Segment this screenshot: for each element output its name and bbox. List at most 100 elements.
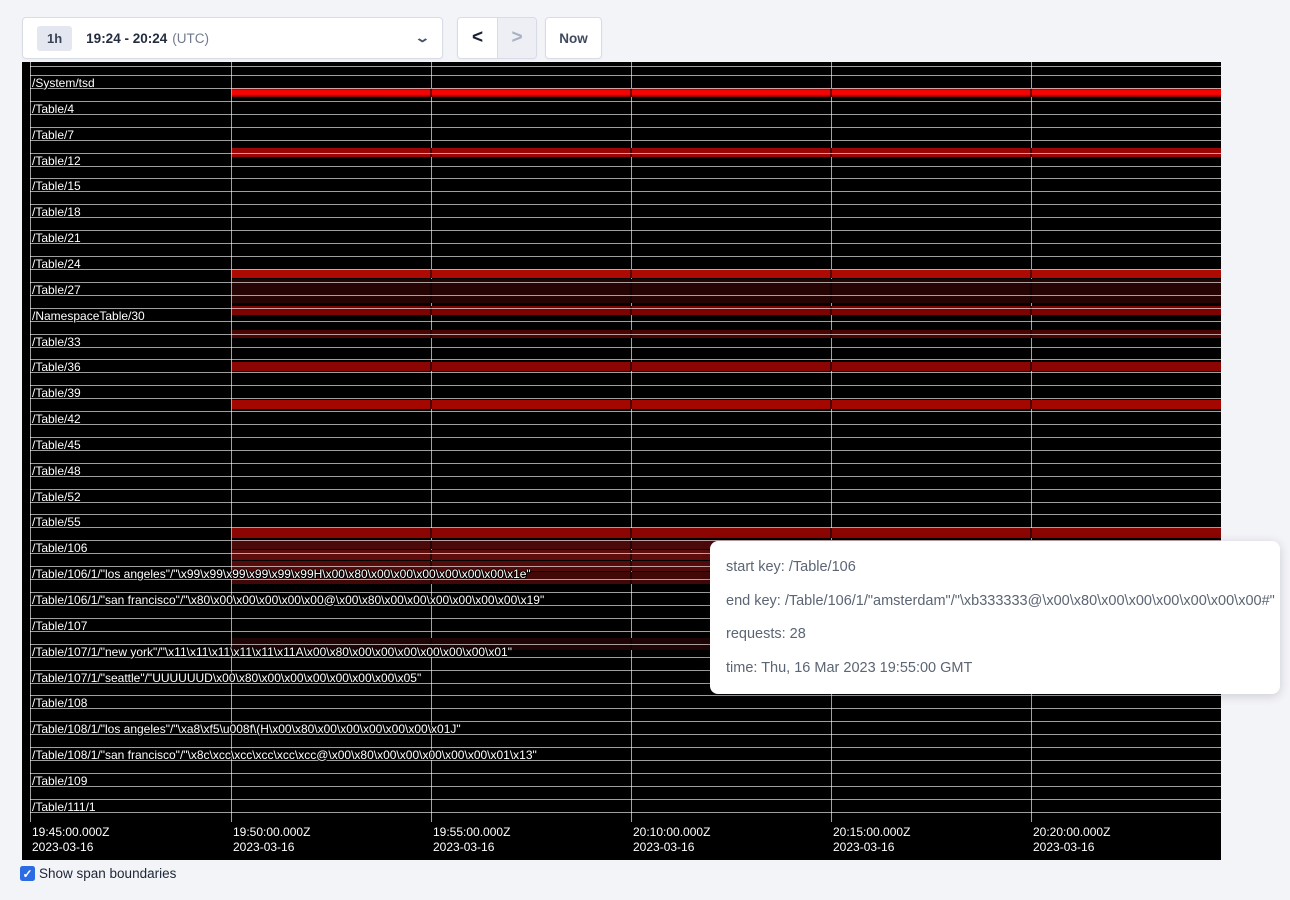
span-label: /Table/107	[32, 620, 87, 633]
prev-time-button[interactable]: <	[458, 18, 497, 58]
span-boundary-line	[30, 256, 1221, 257]
span-boundary-line	[30, 334, 1221, 335]
span-boundary-line	[30, 450, 1221, 451]
span-label: /Table/106	[32, 542, 87, 555]
span-boundary-line	[30, 476, 1221, 477]
span-boundary-line	[30, 101, 1221, 102]
span-boundary-line	[30, 204, 1221, 205]
span-hover-tooltip: start key: /Table/106 end key: /Table/106…	[710, 541, 1280, 694]
span-label: /Table/108	[32, 697, 87, 710]
span-boundary-line	[30, 269, 1221, 270]
show-span-boundaries-checkbox[interactable]: ✓	[20, 866, 35, 881]
time-axis-tick: 19:45:00.000Z2023-03-16	[32, 825, 109, 855]
span-boundary-line	[30, 514, 1221, 515]
range-duration-badge: 1h	[37, 26, 72, 51]
span-boundary-line	[30, 463, 1221, 464]
span-label: /Table/33	[32, 336, 81, 349]
range-text: 19:24 - 20:24	[86, 31, 167, 46]
next-time-button[interactable]: >	[497, 18, 536, 58]
span-boundary-line	[30, 708, 1221, 709]
span-boundary-line	[30, 347, 1221, 348]
span-boundary-line	[30, 88, 1221, 89]
span-label: /Table/107/1/"seattle"/"UUUUUUD\x00\x80\…	[32, 672, 421, 685]
span-label: /Table/24	[32, 258, 81, 271]
span-boundary-line	[30, 398, 1221, 399]
span-label: /Table/42	[32, 413, 81, 426]
span-boundary-line	[30, 282, 1221, 283]
span-boundary-line	[30, 527, 1221, 528]
span-label: /Table/109	[32, 775, 87, 788]
span-label: /Table/27	[32, 284, 81, 297]
span-label: /Table/108/1/"los angeles"/"\xa8\xf5\u00…	[32, 723, 461, 736]
span-label: /Table/108/1/"san francisco"/"\x8c\xcc\x…	[32, 749, 537, 762]
key-visualizer-canvas[interactable]: /System/tsd/Table/4/Table/7/Table/12/Tab…	[22, 62, 1221, 860]
span-boundary-line	[30, 66, 1221, 67]
span-boundary-line	[30, 411, 1221, 412]
span-boundary-line	[30, 321, 1221, 322]
span-boundary-line	[30, 812, 1221, 813]
heat-band	[232, 362, 1221, 371]
time-axis-tick: 20:15:00.000Z2023-03-16	[833, 825, 910, 855]
span-boundary-line	[30, 424, 1221, 425]
span-boundary-line	[30, 75, 1221, 76]
span-label: /System/tsd	[32, 77, 95, 90]
span-boundary-line	[30, 295, 1221, 296]
span-boundary-line	[30, 140, 1221, 141]
time-axis-tick: 20:20:00.000Z2023-03-16	[1033, 825, 1110, 855]
span-boundary-line	[30, 308, 1221, 309]
span-label: /Table/12	[32, 155, 81, 168]
span-label: /Table/48	[32, 465, 81, 478]
time-axis-tick: 19:50:00.000Z2023-03-16	[233, 825, 310, 855]
span-boundary-line	[30, 359, 1221, 360]
span-label: /Table/7	[32, 129, 74, 142]
span-label: /Table/21	[32, 232, 81, 245]
heat-band	[232, 88, 1221, 97]
time-axis-tick: 19:55:00.000Z2023-03-16	[433, 825, 510, 855]
span-label: /Table/107/1/"new york"/"\x11\x11\x11\x1…	[32, 646, 512, 659]
span-boundary-line	[30, 773, 1221, 774]
span-boundary-line	[30, 191, 1221, 192]
span-boundary-line	[30, 243, 1221, 244]
chevron-down-icon: ⌄	[414, 30, 430, 46]
span-label: /Table/4	[32, 103, 74, 116]
span-boundary-line	[30, 437, 1221, 438]
span-label: /Table/15	[32, 180, 81, 193]
span-label: /Table/106/1/"san francisco"/"\x80\x00\x…	[32, 594, 544, 607]
span-boundary-line	[30, 786, 1221, 787]
span-label: /Table/36	[32, 361, 81, 374]
span-boundary-line	[30, 385, 1221, 386]
span-label: /Table/39	[32, 387, 81, 400]
now-button[interactable]: Now	[545, 17, 602, 59]
tooltip-line: start key: /Table/106	[726, 557, 1264, 577]
span-boundary-line	[30, 372, 1221, 373]
span-label: /Table/55	[32, 516, 81, 529]
heat-band	[232, 528, 1221, 538]
span-boundary-line	[30, 230, 1221, 231]
time-nav-group: < >	[457, 17, 537, 59]
span-boundary-line	[30, 114, 1221, 115]
span-boundary-line	[30, 153, 1221, 154]
footer-options: ✓ Show span boundaries	[20, 866, 176, 881]
show-span-boundaries-label: Show span boundaries	[39, 866, 176, 881]
span-label: /Table/111/1	[32, 801, 96, 814]
range-timezone: (UTC)	[172, 31, 209, 46]
span-boundary-line	[30, 217, 1221, 218]
tooltip-line: time: Thu, 16 Mar 2023 19:55:00 GMT	[726, 658, 1264, 678]
span-label: /Table/106/1/"los angeles"/"\x99\x99\x99…	[32, 568, 531, 581]
time-axis-tick: 20:10:00.000Z2023-03-16	[633, 825, 710, 855]
tooltip-line: end key: /Table/106/1/"amsterdam"/"\xb33…	[726, 591, 1264, 611]
span-boundary-line	[30, 489, 1221, 490]
span-label: /Table/45	[32, 439, 81, 452]
span-boundary-line	[30, 502, 1221, 503]
heat-band	[232, 269, 1221, 278]
span-boundary-line	[30, 178, 1221, 179]
span-label: /Table/18	[32, 206, 81, 219]
span-boundary-line	[30, 127, 1221, 128]
span-label: /Table/52	[32, 491, 81, 504]
span-boundary-line	[30, 695, 1221, 696]
time-range-dropdown[interactable]: 1h 19:24 - 20:24 (UTC) ⌄	[22, 17, 443, 59]
span-boundary-line	[30, 799, 1221, 800]
tooltip-line: requests: 28	[726, 624, 1264, 644]
span-boundary-line	[30, 166, 1221, 167]
heat-band	[232, 400, 1221, 409]
